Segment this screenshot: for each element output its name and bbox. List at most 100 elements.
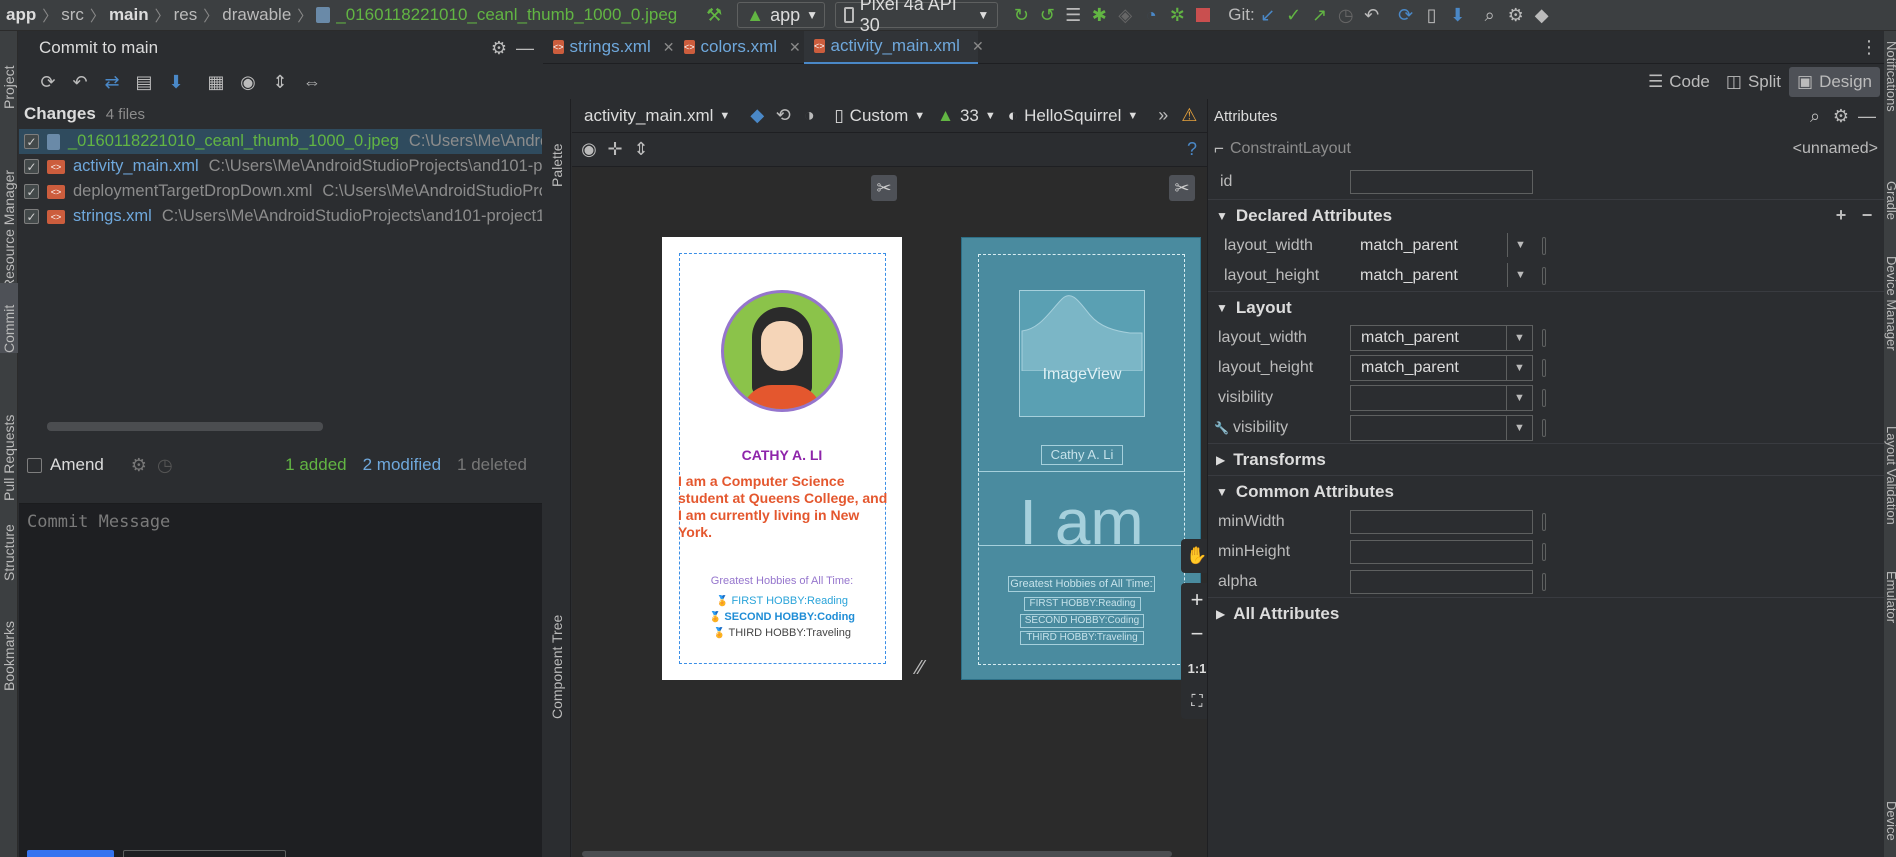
orientation-icon[interactable]: ⟲: [770, 103, 796, 129]
breadcrumb-drawable[interactable]: drawable: [222, 5, 291, 25]
amend-checkbox[interactable]: [27, 457, 42, 473]
resource-picker-icon[interactable]: [1542, 359, 1546, 377]
component-tree-tab[interactable]: Component Tree: [548, 569, 566, 719]
tool-device-manager[interactable]: Device Manager: [1884, 256, 1896, 351]
profiler-icon[interactable]: ◔: [1138, 2, 1164, 28]
group-by-icon[interactable]: ▦: [203, 69, 229, 95]
design-mode-button[interactable]: ▣ Design: [1789, 67, 1880, 97]
history-icon[interactable]: ◷: [152, 452, 178, 478]
tool-pull-requests[interactable]: Pull Requests: [0, 376, 18, 501]
remove-icon[interactable]: −: [1854, 203, 1880, 229]
debug-icon[interactable]: ✱: [1086, 2, 1112, 28]
minimize-icon[interactable]: —: [1854, 103, 1880, 129]
rollback-icon[interactable]: ↶: [1359, 2, 1385, 28]
attribute-value-input[interactable]: [1350, 510, 1533, 534]
chevron-down-icon[interactable]: ▼: [1506, 386, 1532, 410]
attribute-value-dropdown[interactable]: match_parent ▼: [1350, 325, 1533, 351]
sync-gradle-icon[interactable]: ⟳: [1393, 2, 1419, 28]
settings-gear-icon[interactable]: ⚙: [1503, 2, 1529, 28]
design-preview[interactable]: CATHY A. LI I am a Computer Science stud…: [662, 237, 902, 680]
attribute-value-input[interactable]: [1350, 540, 1533, 564]
transforms-section[interactable]: ▶ Transforms: [1208, 443, 1884, 475]
design-canvas[interactable]: ✂ ✂ CATHY A. LI I am a Computer Science …: [572, 167, 1213, 857]
declared-attributes-section[interactable]: ▼ Declared Attributes + −: [1208, 199, 1884, 231]
list-item[interactable]: ✓ <> activity_main.xml C:\Users\Me\AndroidS…: [19, 154, 542, 179]
commit-and-push-button[interactable]: [123, 850, 286, 857]
device-dropdown[interactable]: Pixel 4a API 30 ▼: [835, 0, 999, 35]
sdk-manager-icon[interactable]: ⬇: [1445, 2, 1471, 28]
tool-structure[interactable]: Structure: [0, 501, 18, 581]
shelve-icon[interactable]: ⬇: [163, 69, 189, 95]
resource-picker-icon[interactable]: [1542, 513, 1546, 531]
gear-icon[interactable]: ⚙: [1828, 103, 1854, 129]
list-item[interactable]: ✓ <> deploymentTargetDropDown.xml C:\Users\…: [19, 179, 542, 204]
disable-autoconnect-icon[interactable]: ✂: [1169, 175, 1195, 201]
chevron-down-icon[interactable]: ▼: [1506, 326, 1532, 350]
search-icon[interactable]: ⌕: [1802, 103, 1828, 129]
resource-picker-icon[interactable]: [1542, 419, 1546, 437]
night-mode-icon[interactable]: ◑: [796, 103, 822, 129]
collapse-all-icon[interactable]: ⇔: [299, 69, 325, 95]
attribute-value-dropdown[interactable]: ▼: [1350, 385, 1533, 411]
breadcrumb-res[interactable]: res: [174, 5, 198, 25]
file-checkbox[interactable]: ✓: [24, 209, 39, 224]
common-attributes-section[interactable]: ▼ Common Attributes: [1208, 475, 1884, 507]
resource-picker-icon[interactable]: [1542, 389, 1546, 407]
stop-icon[interactable]: [1190, 2, 1216, 28]
tool-notifications[interactable]: Notifications: [1884, 41, 1896, 112]
theme-dropdown[interactable]: ◐ HelloSquirrel ▼: [1008, 106, 1139, 126]
changes-header[interactable]: Changes 4 files: [19, 99, 542, 129]
blueprint-preview[interactable]: ImageView Cathy A. Li I am Greatest Hobb…: [961, 237, 1201, 680]
file-checkbox[interactable]: ✓: [24, 159, 39, 174]
breadcrumb-app[interactable]: app: [6, 5, 36, 25]
device-manager-icon[interactable]: ▯: [1419, 2, 1445, 28]
overflow-chevron-icon[interactable]: »: [1150, 103, 1176, 129]
apply-changes-icon[interactable]: ↺: [1034, 2, 1060, 28]
close-icon[interactable]: ✕: [789, 39, 801, 56]
all-attributes-section[interactable]: ▶ All Attributes: [1208, 597, 1884, 629]
run-config-dropdown[interactable]: ▲ app ▼: [737, 2, 826, 28]
search-icon[interactable]: ⌕: [1477, 2, 1503, 28]
code-mode-button[interactable]: ☰ Code: [1640, 67, 1718, 97]
eye-icon[interactable]: ◉: [576, 137, 602, 163]
close-icon[interactable]: ✕: [663, 39, 675, 56]
git-commit-icon[interactable]: ✓: [1281, 2, 1307, 28]
file-dropdown[interactable]: activity_main.xml ▼: [584, 106, 730, 126]
refresh-icon[interactable]: ⟳: [35, 69, 61, 95]
tool-emulator[interactable]: Emulator: [1884, 571, 1896, 623]
attach-debugger-icon[interactable]: ✲: [1164, 2, 1190, 28]
list-item[interactable]: ✓ <> strings.xml C:\Users\Me\AndroidStudioP…: [19, 204, 542, 229]
build-hammer-icon[interactable]: ⚒: [701, 2, 727, 28]
resize-handle-icon[interactable]: ⁄⁄: [917, 657, 924, 680]
attribute-value-dropdown[interactable]: match_parent ▼: [1350, 355, 1533, 381]
breadcrumb-file[interactable]: _0160118221010_ceanl_thumb_1000_0.jpeg: [336, 5, 677, 25]
attribute-value-dropdown[interactable]: ▼: [1350, 415, 1533, 441]
git-update-icon[interactable]: ↙: [1255, 2, 1281, 28]
tool-device-explorer[interactable]: Device: [1884, 801, 1896, 841]
more-vertical-icon[interactable]: ⋮: [1856, 34, 1882, 60]
attribute-value-input[interactable]: [1350, 570, 1533, 594]
help-icon[interactable]: ?: [1179, 137, 1205, 163]
id-input[interactable]: [1350, 170, 1533, 194]
tab-strings-xml[interactable]: <> strings.xml ✕: [543, 31, 674, 64]
constraints-icon[interactable]: ✛: [602, 137, 628, 163]
chevron-down-icon[interactable]: ▼: [1507, 263, 1533, 287]
resource-picker-icon[interactable]: [1542, 329, 1546, 347]
split-mode-button[interactable]: ◫ Split: [1718, 67, 1789, 97]
changelist-icon[interactable]: ▤: [131, 69, 157, 95]
breadcrumb-src[interactable]: src: [61, 5, 84, 25]
disable-autoconnect-icon[interactable]: ✂: [871, 175, 897, 201]
file-checkbox[interactable]: ✓: [24, 184, 39, 199]
resource-picker-icon[interactable]: [1542, 237, 1546, 255]
tool-bookmarks[interactable]: Bookmarks: [0, 601, 18, 691]
tool-project[interactable]: Project: [0, 39, 18, 109]
list-item[interactable]: ✓ _0160118221010_ceanl_thumb_1000_0.jpeg C…: [19, 129, 542, 154]
layers-icon[interactable]: ◆: [744, 103, 770, 129]
eye-icon[interactable]: ◉: [235, 69, 261, 95]
diff-icon[interactable]: ⇄: [99, 69, 125, 95]
resource-picker-icon[interactable]: [1542, 267, 1546, 285]
chevron-down-icon[interactable]: ▼: [1507, 233, 1533, 257]
chevron-down-icon[interactable]: ▼: [1506, 356, 1532, 380]
git-push-icon[interactable]: ↗: [1307, 2, 1333, 28]
resource-picker-icon[interactable]: [1542, 573, 1546, 591]
